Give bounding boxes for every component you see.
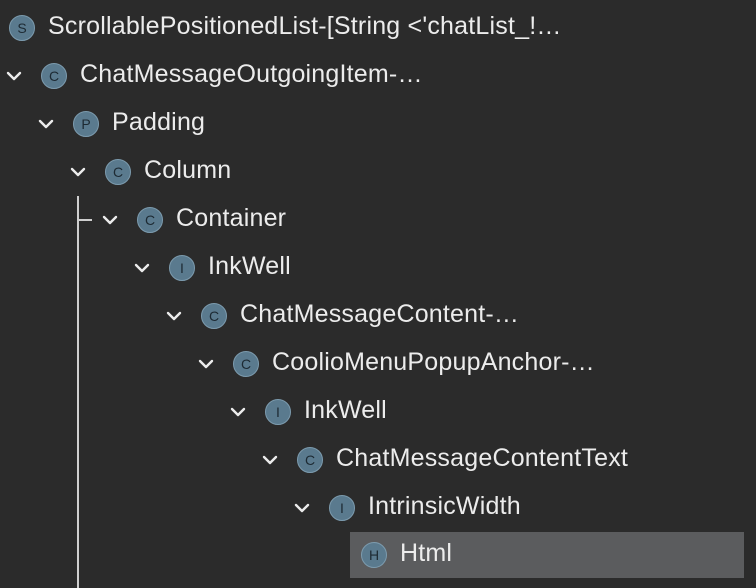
c-badge-icon: C <box>233 351 259 377</box>
tree-node-column[interactable]: C Column <box>0 152 756 192</box>
i-badge-icon: I <box>329 495 355 521</box>
c-badge-icon: C <box>41 63 67 89</box>
tree-node-label: InkWell <box>304 396 387 424</box>
chevron-down-icon[interactable] <box>163 305 185 327</box>
chevron-down-icon[interactable] <box>99 209 121 231</box>
tree-node-padding[interactable]: P Padding <box>0 104 756 144</box>
tree-node-label: Html <box>400 539 453 567</box>
tree-node-label: CoolioMenuPopupAnchor-… <box>272 348 595 376</box>
chevron-down-icon[interactable] <box>195 353 217 375</box>
tree-node-label: InkWell <box>208 252 291 280</box>
i-badge-icon: I <box>265 399 291 425</box>
tree-node-label: Padding <box>112 108 206 136</box>
chevron-down-icon[interactable] <box>3 65 25 87</box>
tree-node-scrollable-positioned-list[interactable]: S ScrollablePositionedList-[String <'cha… <box>0 8 756 48</box>
widget-tree: S ScrollablePositionedList-[String <'cha… <box>0 0 756 588</box>
c-badge-icon: C <box>297 447 323 473</box>
s-badge-icon: S <box>9 15 35 41</box>
h-badge-icon: H <box>361 542 387 568</box>
tree-node-intrinsic-width[interactable]: I IntrinsicWidth <box>0 488 756 528</box>
tree-node-chat-message-outgoing-item[interactable]: C ChatMessageOutgoingItem-… <box>0 56 756 96</box>
tree-node-label: ScrollablePositionedList-[String <'chatL… <box>48 12 562 40</box>
c-badge-icon: C <box>105 159 131 185</box>
chevron-down-icon[interactable] <box>131 257 153 279</box>
tree-node-chat-message-content-text[interactable]: C ChatMessageContentText <box>0 440 756 480</box>
tree-node-html-selected[interactable]: H Html <box>0 532 756 578</box>
tree-node-label: IntrinsicWidth <box>368 492 521 520</box>
tree-node-label: ChatMessageContentText <box>336 444 629 472</box>
tree-node-label: ChatMessageOutgoingItem-… <box>80 60 423 88</box>
tree-node-label: ChatMessageContent-… <box>240 300 520 328</box>
chevron-down-icon[interactable] <box>227 401 249 423</box>
chevron-down-icon[interactable] <box>291 497 313 519</box>
tree-node-inkwell[interactable]: I InkWell <box>0 392 756 432</box>
tree-node-chat-message-content[interactable]: C ChatMessageContent-… <box>0 296 756 336</box>
chevron-down-icon[interactable] <box>35 113 57 135</box>
i-badge-icon: I <box>169 255 195 281</box>
chevron-down-icon[interactable] <box>67 161 89 183</box>
chevron-down-icon[interactable] <box>259 449 281 471</box>
tree-node-label: Column <box>144 156 232 184</box>
tree-node-coolio-menu-popup-anchor[interactable]: C CoolioMenuPopupAnchor-… <box>0 344 756 384</box>
p-badge-icon: P <box>73 111 99 137</box>
tree-node-label: Container <box>176 204 287 232</box>
c-badge-icon: C <box>201 303 227 329</box>
tree-node-container[interactable]: C Container <box>0 200 756 240</box>
c-badge-icon: C <box>137 207 163 233</box>
tree-node-inkwell[interactable]: I InkWell <box>0 248 756 288</box>
